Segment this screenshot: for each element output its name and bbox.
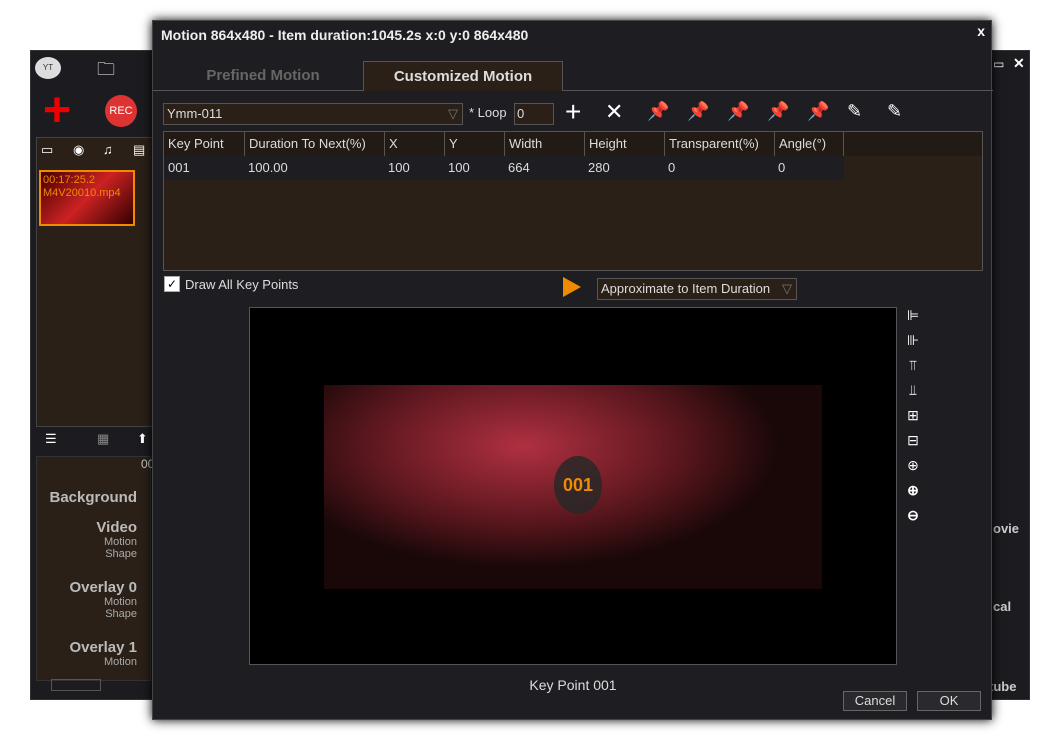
cell: 100 [388, 160, 410, 175]
music-icon[interactable]: ♫ [103, 142, 113, 157]
cell: 0 [778, 160, 786, 175]
camera-icon[interactable]: ◉ [73, 142, 84, 158]
mode-select[interactable]: Approximate to Item Duration ▽ [597, 278, 797, 300]
local-label[interactable]: cal [993, 599, 1011, 614]
col-duration: Duration To Next(%) [244, 132, 366, 156]
draw-all-checkbox[interactable]: ✓ [164, 276, 180, 292]
media-filename: M4V20010.mp4 [43, 187, 121, 199]
close-button[interactable]: x [977, 23, 985, 39]
track-label: Overlay 0 [69, 579, 137, 596]
grid-view-icon[interactable]: ▦ [97, 431, 109, 447]
track-sub[interactable]: Motion [37, 656, 137, 668]
dialog-title: Motion 864x480 - Item duration:1045.2s x… [161, 27, 529, 43]
align-right-icon[interactable]: ⊪ [905, 332, 921, 349]
horizontal-scrollbar[interactable] [51, 679, 101, 691]
mode-value: Approximate to Item Duration [601, 281, 771, 296]
cell: 100.00 [248, 160, 288, 175]
pin-remove-icon[interactable]: 📌 [767, 101, 789, 122]
center-vertical-icon[interactable]: ⊟ [905, 432, 921, 449]
media-time: 00:17:25.2 [43, 174, 95, 186]
pin-up-icon[interactable]: 📌 [687, 101, 709, 122]
cell: 280 [588, 160, 610, 175]
track-sub[interactable]: Motion [37, 536, 137, 548]
center-horizontal-icon[interactable]: ⊞ [905, 407, 921, 424]
preset-value: Ymm-011 [167, 106, 223, 121]
col-height: Height [584, 132, 627, 156]
movie-label[interactable]: ovie [993, 521, 1019, 536]
tab-customized-motion[interactable]: Customized Motion [363, 61, 563, 91]
track-label: Overlay 1 [69, 639, 137, 656]
delete-keypoint-icon[interactable]: ✕ [605, 99, 623, 125]
cell: 001 [168, 160, 190, 175]
add-icon[interactable]: + [43, 87, 71, 135]
loop-label: * Loop [469, 105, 507, 120]
play-icon[interactable] [563, 277, 581, 297]
add-keypoint-icon[interactable]: + [565, 97, 581, 127]
cell: 0 [668, 160, 676, 175]
pin-clear-icon[interactable]: 📌 [807, 101, 829, 122]
edit-icon[interactable]: ✎ [847, 101, 862, 122]
col-x: X [384, 132, 398, 156]
pin-1-icon[interactable]: 📌 [647, 101, 669, 122]
edit-all-icon[interactable]: ✎ [887, 101, 902, 122]
keypoint-marker[interactable]: 001 [554, 456, 602, 514]
align-left-icon[interactable]: ⊫ [905, 307, 921, 324]
motion-dialog: Motion 864x480 - Item duration:1045.2s x… [152, 20, 993, 720]
zoom-out-icon[interactable]: ⊖ [905, 507, 921, 524]
tab-prefined-motion[interactable]: Prefined Motion [163, 61, 363, 91]
track-sub[interactable]: Motion [37, 596, 137, 608]
preset-select[interactable]: Ymm-011 ▽ [163, 103, 463, 125]
col-key-point: Key Point [168, 136, 224, 151]
record-button[interactable]: REC [105, 95, 137, 127]
center-both-icon[interactable]: ⊕ [905, 457, 921, 474]
track-overlay-0[interactable]: Overlay 0 Motion Shape [37, 579, 137, 620]
track-background[interactable]: Background [37, 489, 137, 506]
folder-icon[interactable]: 🗀 [97, 57, 115, 87]
cancel-button[interactable]: Cancel [843, 691, 907, 711]
zoom-in-icon[interactable]: ⊕ [905, 482, 921, 499]
media-item[interactable]: 00:17:25.2 M4V20010.mp4 [39, 170, 135, 226]
keypoint-table: Key Point Duration To Next(%) X Y Width … [163, 131, 983, 271]
youtube-label[interactable]: tube [989, 679, 1016, 694]
ok-button[interactable]: OK [917, 691, 981, 711]
align-bottom-icon[interactable]: ⫫ [905, 382, 921, 399]
loop-input[interactable]: 0 [514, 103, 554, 125]
cell: 100 [448, 160, 470, 175]
pin-down-icon[interactable]: 📌 [727, 101, 749, 122]
close-icon[interactable]: ✕ [1013, 55, 1025, 72]
align-top-icon[interactable]: ⫪ [905, 357, 921, 374]
cell: 664 [508, 160, 530, 175]
maximize-icon[interactable]: ▭ [993, 57, 1004, 71]
track-label: Video [96, 519, 137, 536]
chevron-down-icon: ▽ [448, 106, 458, 121]
col-y: Y [444, 132, 458, 156]
timeline-tracks: 00 Background Video Motion Shape Overlay 0… [36, 456, 154, 681]
media-library: ▭ ◉ ♫ ▤ 00:17:25.2 M4V20010.mp4 [36, 137, 156, 427]
draw-all-label: Draw All Key Points [185, 277, 299, 292]
table-row[interactable]: 001 100.00 100 100 664 280 0 0 [164, 156, 844, 180]
track-video[interactable]: Video Motion Shape [37, 519, 137, 560]
col-angle: Angle(°) [774, 132, 844, 156]
table-header: Key Point Duration To Next(%) X Y Width … [164, 132, 982, 156]
upload-icon[interactable]: ⬆ [137, 431, 148, 447]
col-transparent: Transparent(%) [664, 132, 759, 156]
track-sub[interactable]: Shape [37, 608, 137, 620]
app-logo: YT [35, 57, 61, 79]
preview-canvas[interactable]: 001 [249, 307, 897, 665]
col-width: Width [504, 132, 542, 156]
chevron-down-icon: ▽ [782, 281, 792, 296]
filmstrip-icon[interactable]: ▤ [133, 142, 145, 158]
track-overlay-1[interactable]: Overlay 1 Motion [37, 639, 137, 668]
film-icon[interactable]: ▭ [41, 142, 53, 158]
list-view-icon[interactable]: ☰ [45, 431, 57, 447]
track-sub[interactable]: Shape [37, 548, 137, 560]
